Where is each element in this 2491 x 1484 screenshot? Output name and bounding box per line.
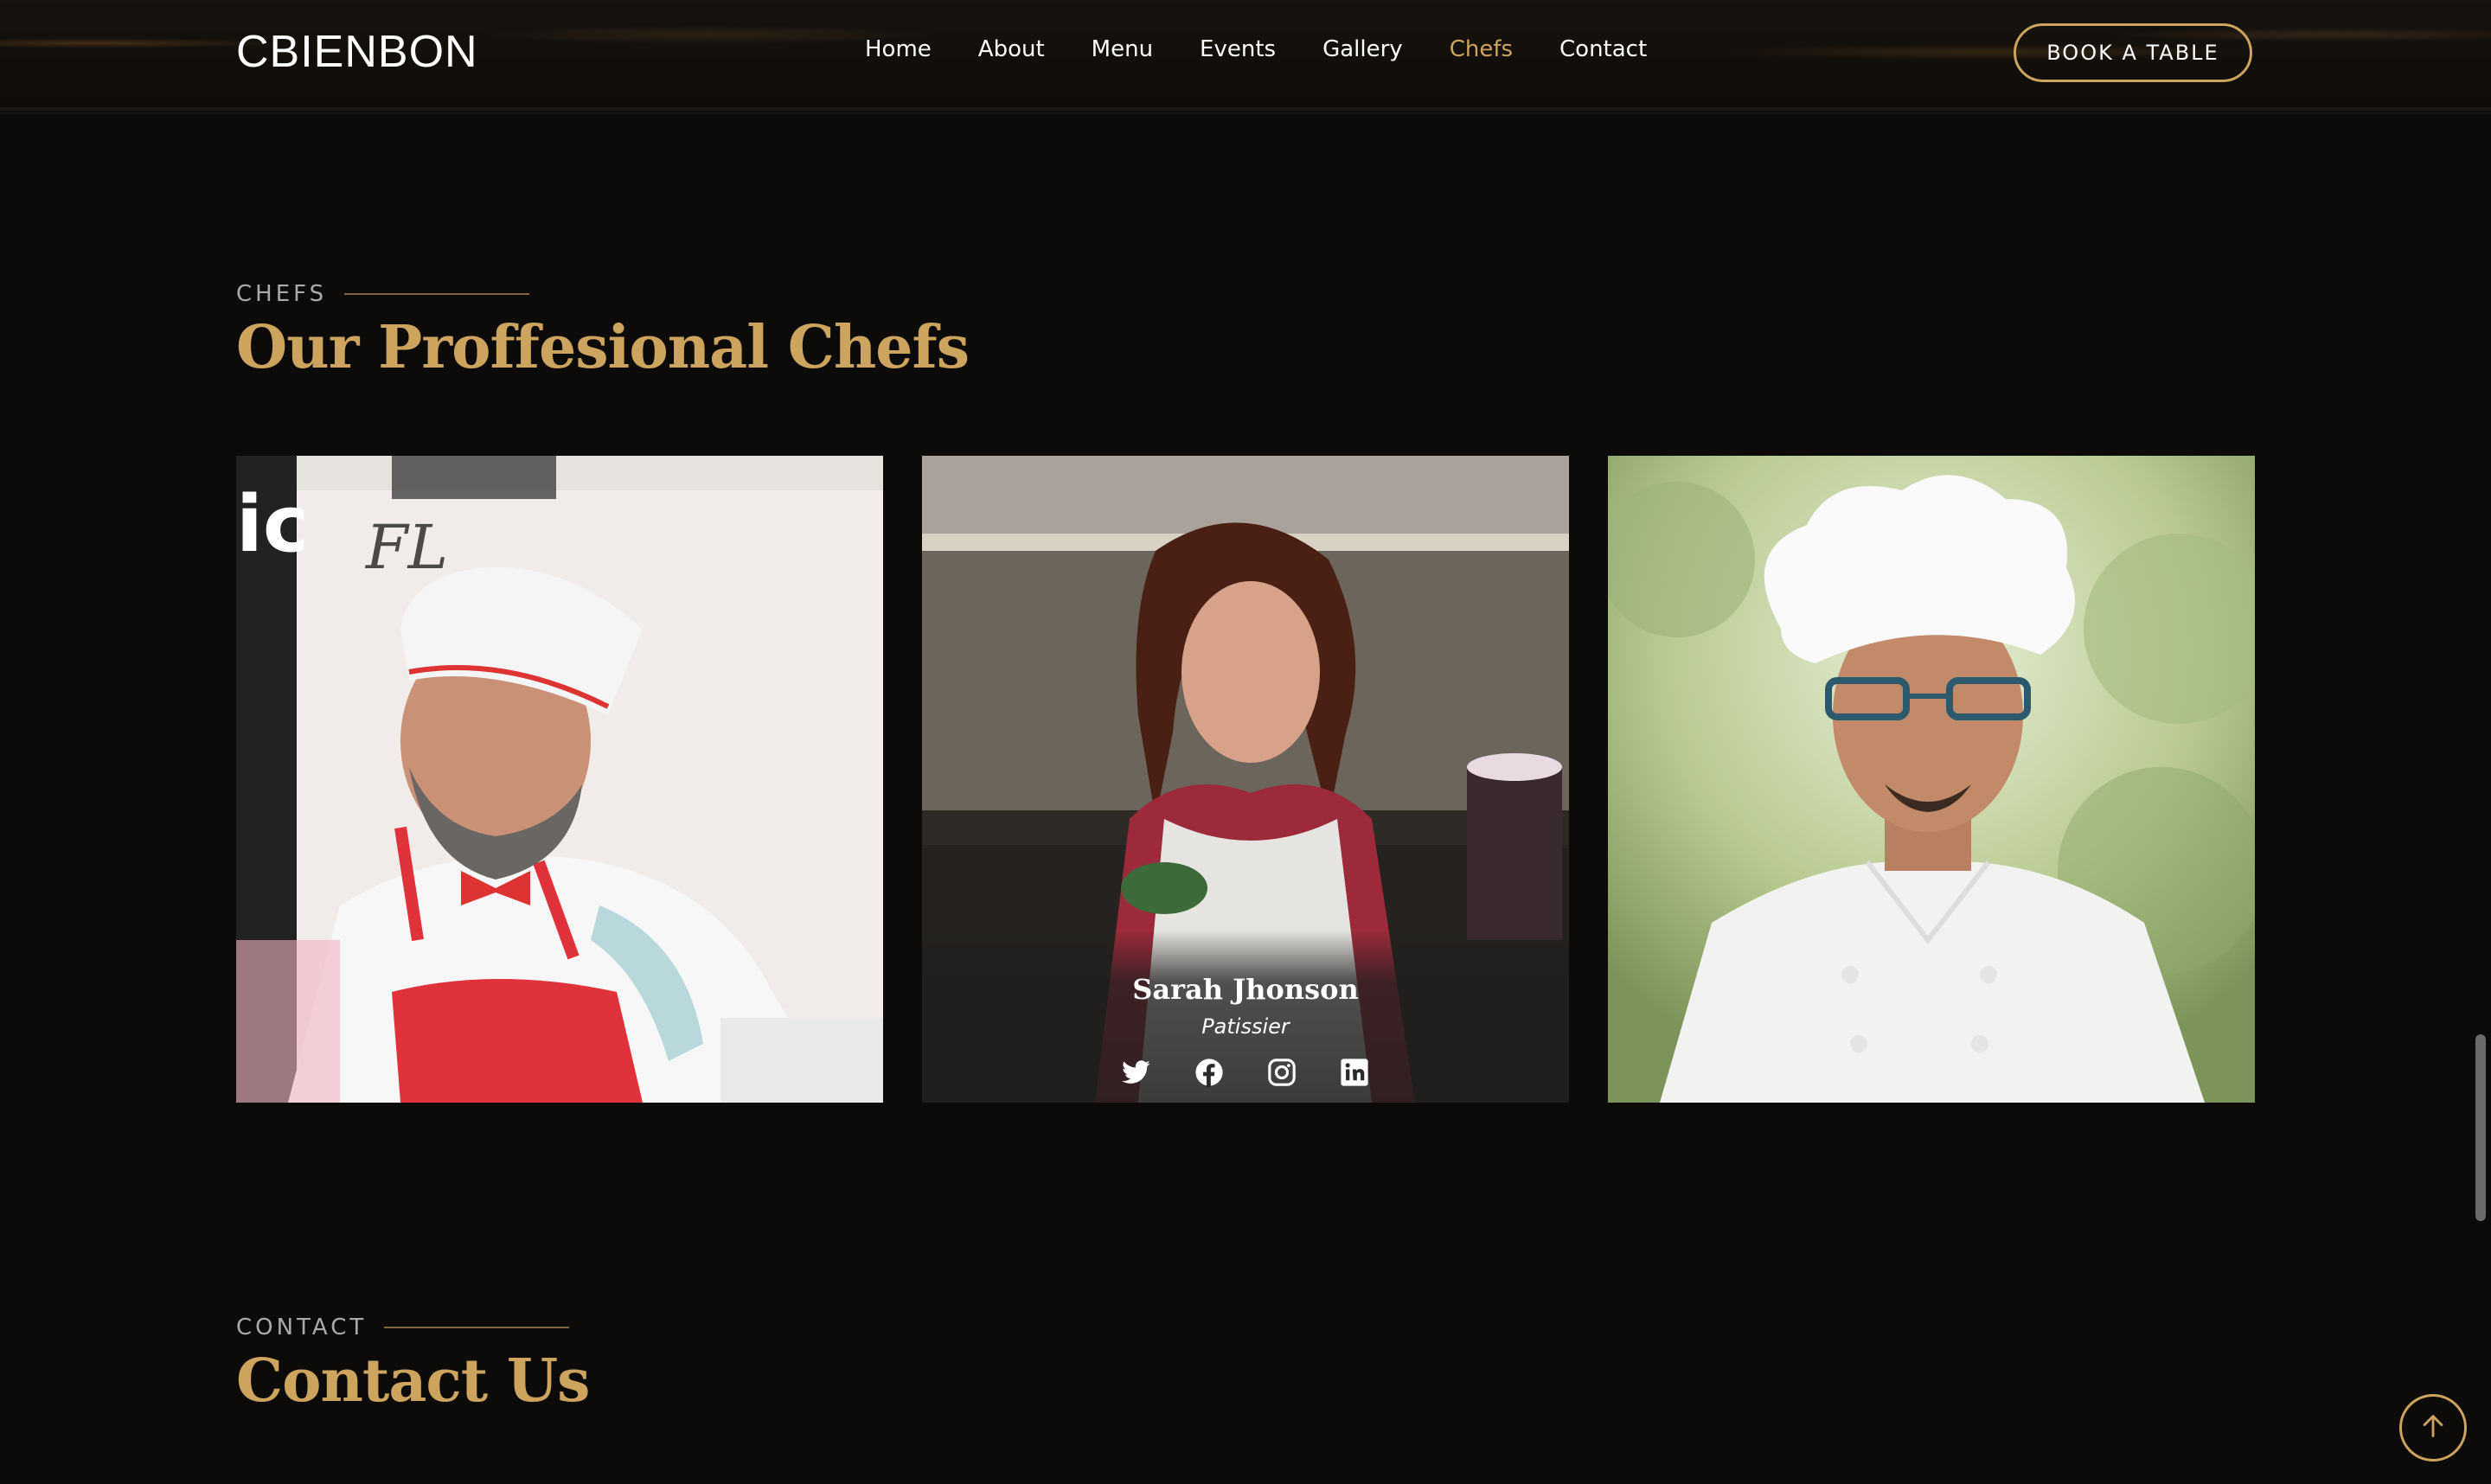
- chefs-eyebrow: CHEFS: [236, 281, 530, 307]
- chef-photo-3: [1608, 456, 2255, 1103]
- nav-contact[interactable]: Contact: [1559, 36, 1647, 62]
- twitter-icon[interactable]: [1122, 1058, 1151, 1087]
- svg-text:ic: ic: [236, 479, 309, 570]
- chef-role: Patissier: [1201, 1014, 1290, 1039]
- eyebrow-divider: [344, 293, 530, 295]
- chef-info-overlay: Sarah Jhonson Patissier: [922, 930, 1569, 1103]
- main-nav: Home About Menu Events Gallery Chefs Con…: [865, 36, 1694, 62]
- eyebrow-divider: [384, 1327, 570, 1328]
- contact-eyebrow: CONTACT: [236, 1314, 570, 1340]
- linkedin-icon[interactable]: [1340, 1058, 1369, 1087]
- chef-card-1[interactable]: ic FL: [236, 456, 883, 1103]
- page-scrollbar[interactable]: [2475, 1034, 2486, 1221]
- facebook-icon[interactable]: [1194, 1058, 1224, 1087]
- nav-events[interactable]: Events: [1200, 36, 1276, 62]
- svg-text:FL: FL: [364, 512, 448, 583]
- nav-gallery[interactable]: Gallery: [1322, 36, 1403, 62]
- nav-menu[interactable]: Menu: [1092, 36, 1153, 62]
- chef-photo-1: ic FL: [236, 456, 883, 1103]
- site-header: CBIENBON Home About Menu Events Gallery …: [0, 0, 2491, 114]
- logo[interactable]: CBIENBON: [236, 26, 478, 78]
- arrow-up-icon: [2418, 1411, 2448, 1444]
- contact-section-title: Contact Us: [236, 1346, 590, 1416]
- book-table-button[interactable]: BOOK A TABLE: [2014, 23, 2252, 82]
- nav-about[interactable]: About: [978, 36, 1045, 62]
- contact-eyebrow-label: CONTACT: [236, 1314, 368, 1340]
- back-to-top-button[interactable]: [2399, 1394, 2467, 1462]
- chefs-eyebrow-label: CHEFS: [236, 281, 328, 307]
- nav-home[interactable]: Home: [865, 36, 932, 62]
- chef-name: Sarah Jhonson: [1132, 973, 1359, 1006]
- chefs-section-title: Our Proffesional Chefs: [236, 313, 970, 382]
- chef-card-3[interactable]: [1608, 456, 2255, 1103]
- chef-socials: [922, 1058, 1569, 1087]
- chef-card-2[interactable]: Sarah Jhonson Patissier: [922, 456, 1569, 1103]
- instagram-icon[interactable]: [1267, 1058, 1297, 1087]
- nav-chefs[interactable]: Chefs: [1450, 36, 1513, 62]
